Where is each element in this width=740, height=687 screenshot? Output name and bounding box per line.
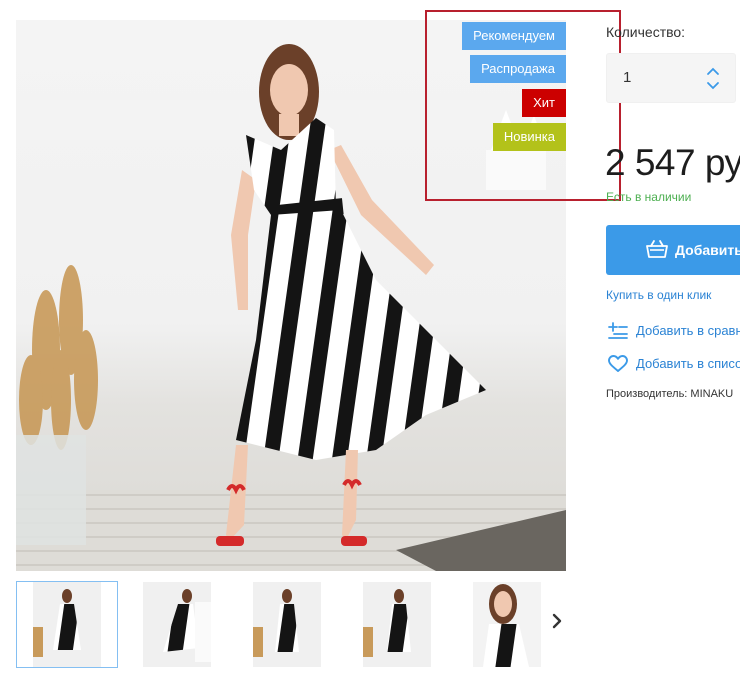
thumbnail-image xyxy=(33,582,101,667)
gallery-thumbnail[interactable] xyxy=(456,581,558,668)
heart-icon xyxy=(608,355,628,372)
chevron-up-icon[interactable] xyxy=(705,65,721,77)
quantity-label: Количество: xyxy=(606,24,686,40)
compare-list-icon xyxy=(608,322,628,339)
gallery-thumbnail[interactable] xyxy=(16,581,118,668)
gallery-next-button[interactable] xyxy=(548,610,566,632)
product-price: 2 547 ру xyxy=(605,142,740,183)
gallery-thumbnail[interactable] xyxy=(126,581,228,668)
thumbnail-image xyxy=(253,582,321,667)
thumbnail-image xyxy=(473,582,541,667)
quantity-stepper[interactable]: 1 xyxy=(606,53,736,103)
add-to-cart-label: Добавить xyxy=(675,242,740,258)
add-to-wishlist-label: Добавить в списо xyxy=(636,356,740,371)
gallery-thumbnail[interactable] xyxy=(236,581,338,668)
thumbnail-image xyxy=(143,582,211,667)
add-to-compare-label: Добавить в сравн xyxy=(636,323,740,338)
quantity-value[interactable]: 1 xyxy=(623,69,631,86)
buy-one-click-link[interactable]: Купить в один клик xyxy=(606,288,711,302)
chevron-right-icon xyxy=(552,613,562,629)
basket-icon xyxy=(646,240,668,258)
badges-highlight-frame xyxy=(425,10,621,201)
add-to-cart-button[interactable]: Добавить xyxy=(606,225,740,275)
manufacturer: Производитель: MINAKU xyxy=(606,388,734,400)
stock-status: Есть в наличии xyxy=(606,190,692,204)
chevron-down-icon[interactable] xyxy=(705,80,721,92)
gallery-thumbnail[interactable] xyxy=(346,581,448,668)
thumbnail-image xyxy=(363,582,431,667)
